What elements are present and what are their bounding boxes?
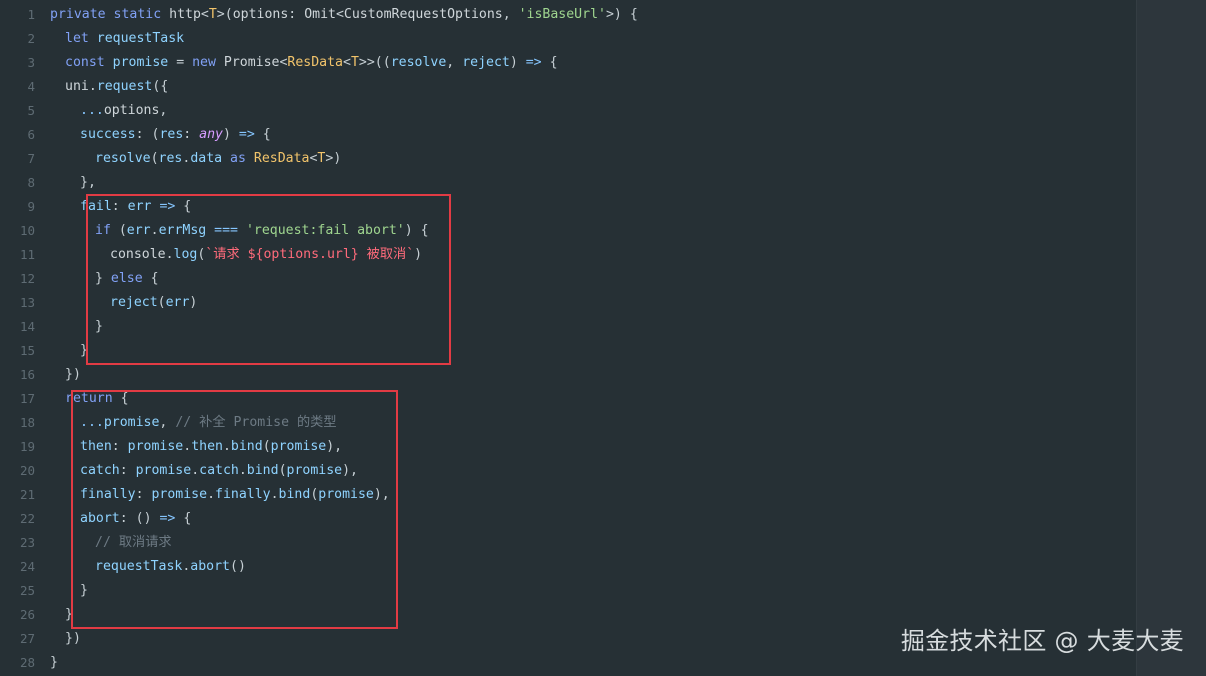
code-text: finally: promise.finally.bind(promise), [80,487,390,502]
code-line[interactable]: 2 let requestTask [0,27,1136,51]
code-line[interactable]: 13 reject(err) [0,291,1136,315]
code-editor: 1 private static http<T>(options: Omit<Cu… [0,0,1206,676]
line-number: 24 [19,559,35,574]
line-number: 9 [27,199,35,214]
code-line[interactable]: 12 } else { [0,267,1136,291]
line-number: 26 [19,607,35,622]
code-text: }) [65,631,81,646]
code-text: fail: err => { [80,199,192,214]
code-text: } [80,583,88,598]
code-text: catch: promise.catch.bind(promise), [80,463,358,478]
code-line[interactable]: 15} [0,339,1136,363]
code-text: ...promise, // 补全 Promise 的类型 [80,415,337,430]
code-line[interactable]: 25} [0,579,1136,603]
code-text: } [80,343,88,358]
code-text: let requestTask [65,31,185,46]
line-number: 1 [27,7,35,22]
line-number: 18 [19,415,35,430]
code-text: success: (res: any) => { [80,127,271,142]
code-line[interactable]: 22 abort: () => { [0,507,1136,531]
code-text: }, [80,175,96,190]
line-number: 10 [19,223,35,238]
code-line[interactable]: 7 resolve(res.data as ResData<T>) [0,147,1136,171]
line-number: 3 [27,55,35,70]
line-number: 21 [19,487,35,502]
code-text: if (err.errMsg === 'request:fail abort')… [95,223,429,238]
line-number: 7 [27,151,35,166]
code-text: requestTask.abort() [95,559,246,574]
code-line[interactable]: 1 private static http<T>(options: Omit<Cu… [0,3,1136,27]
line-number: 12 [19,271,35,286]
code-line[interactable]: 20 catch: promise.catch.bind(promise), [0,459,1136,483]
code-line[interactable]: 23 // 取消请求 [0,531,1136,555]
code-text: resolve(res.data as ResData<T>) [95,151,342,166]
code-text: } [95,319,103,334]
code-line[interactable]: 14} [0,315,1136,339]
code-text: const promise = new Promise<ResData<T>>(… [65,55,558,70]
watermark: 掘金技术社区 @ 大麦大麦 [900,627,1184,655]
line-number: 17 [19,391,35,406]
code-text: } [50,655,58,670]
code-line[interactable]: 11 console.log(`请求 ${options.url} 被取消`) [0,243,1136,267]
line-number: 8 [27,175,35,190]
code-text: return { [65,391,129,406]
line-number: 19 [19,439,35,454]
line-number: 13 [19,295,35,310]
code-line[interactable]: 24 requestTask.abort() [0,555,1136,579]
line-number: 5 [27,103,35,118]
code-line[interactable]: 19 then: promise.then.bind(promise), [0,435,1136,459]
code-text: uni.request({ [65,79,169,94]
code-line[interactable]: 4 uni.request({ [0,75,1136,99]
editor-right-strip [1136,0,1206,676]
code-text: reject(err) [110,295,198,310]
code-line[interactable]: 21 finally: promise.finally.bind(promise)… [0,483,1136,507]
line-number: 16 [19,367,35,382]
code-text: abort: () => { [80,511,192,526]
line-number: 6 [27,127,35,142]
line-number: 2 [27,31,35,46]
line-number: 22 [19,511,35,526]
code-line[interactable]: 18 ...promise, // 补全 Promise 的类型 [0,411,1136,435]
line-number: 28 [19,655,35,670]
code-line[interactable]: 8}, [0,171,1136,195]
line-number: 15 [19,343,35,358]
code-line[interactable]: 10 if (err.errMsg === 'request:fail abort… [0,219,1136,243]
code-line[interactable]: 17 return { [0,387,1136,411]
code-line[interactable]: 5 ...options, [0,99,1136,123]
code-text: ...options, [80,103,168,118]
line-number: 14 [19,319,35,334]
code-line[interactable]: 3 const promise = new Promise<ResData<T>>… [0,51,1136,75]
line-number: 25 [19,583,35,598]
code-line[interactable]: 6 success: (res: any) => { [0,123,1136,147]
code-text: // 取消请求 [95,535,172,550]
code-text: } [65,607,73,622]
code-text: console.log(`请求 ${options.url} 被取消`) [110,247,423,262]
code-text: private static http<T>(options: Omit<Cus… [50,7,638,22]
code-line[interactable]: 16}) [0,363,1136,387]
code-text: }) [65,367,81,382]
line-number: 23 [19,535,35,550]
code-text: then: promise.then.bind(promise), [80,439,343,454]
line-number: 11 [19,247,35,262]
code-text: } else { [95,271,159,286]
line-number: 20 [19,463,35,478]
code-line[interactable]: 9 fail: err => { [0,195,1136,219]
line-number: 4 [27,79,35,94]
line-number: 27 [19,631,35,646]
